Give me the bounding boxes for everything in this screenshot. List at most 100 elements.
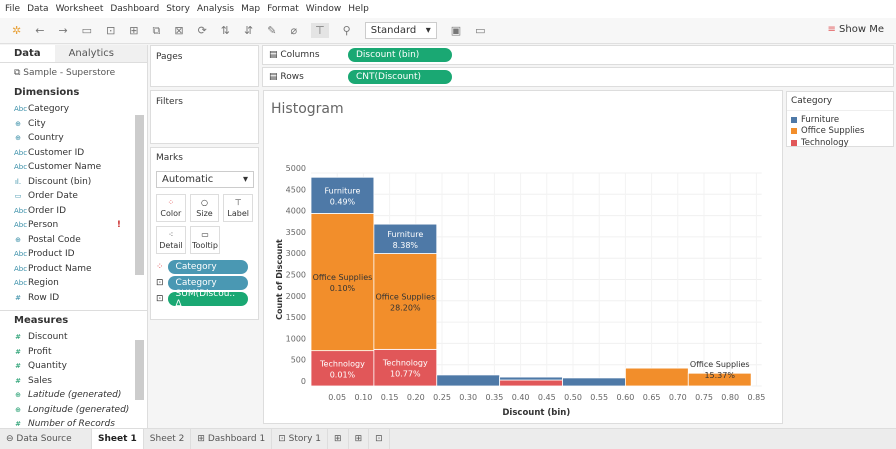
- show-cards-icon[interactable]: ▣: [451, 24, 461, 37]
- tab-analytics[interactable]: Analytics: [54, 45, 147, 62]
- field-item[interactable]: Abc Category: [0, 102, 147, 117]
- field-item[interactable]: ⊕ Postal Code: [0, 233, 147, 248]
- presentation-icon[interactable]: ▭: [475, 24, 485, 37]
- field-item[interactable]: # Discount: [0, 330, 147, 345]
- menu-data[interactable]: Data: [27, 4, 49, 14]
- legend-item[interactable]: Office Supplies: [787, 126, 893, 138]
- filters-shelf[interactable]: Filters: [150, 90, 259, 144]
- datasource-name[interactable]: ⧉ Sample - Superstore: [0, 63, 147, 83]
- show-labels-icon[interactable]: ⊤: [311, 23, 329, 38]
- group-icon[interactable]: ⌀: [290, 24, 297, 37]
- data-label: Office Supplies: [690, 360, 750, 369]
- menu-help[interactable]: Help: [348, 4, 369, 14]
- sort-asc-icon[interactable]: ⇅: [221, 24, 230, 37]
- new-story-icon[interactable]: ⊡: [369, 429, 390, 449]
- field-item[interactable]: ıl. Discount (bin): [0, 175, 147, 190]
- show-me-button[interactable]: ≡ Show Me: [827, 24, 884, 35]
- tab-story-1[interactable]: ⊡ Story 1: [272, 429, 329, 449]
- field-label: Row ID: [28, 292, 60, 302]
- pause-updates-icon[interactable]: ⟳: [198, 24, 207, 37]
- detail-button[interactable]: ⁖ Detail: [156, 226, 186, 254]
- y-axis-title: Count of Discount: [275, 239, 284, 320]
- x-tick-label: 0.80: [721, 393, 739, 402]
- field-item[interactable]: ⊕ City: [0, 117, 147, 132]
- field-item[interactable]: ⊕ Country: [0, 131, 147, 146]
- field-item[interactable]: Abc Region: [0, 276, 147, 291]
- field-item[interactable]: ⊕ Latitude (generated): [0, 388, 147, 403]
- undo-icon[interactable]: ←: [35, 24, 44, 37]
- menu-worksheet[interactable]: Worksheet: [56, 4, 104, 14]
- field-item[interactable]: Abc Person!: [0, 218, 147, 233]
- legend-swatch: [791, 128, 797, 135]
- label-pill-sum-discount[interactable]: SUM(Discou.. ∆: [167, 289, 248, 309]
- field-item[interactable]: Abc Customer Name: [0, 160, 147, 175]
- field-type-icon: ⊕: [15, 134, 21, 143]
- redo-icon[interactable]: →: [58, 24, 67, 37]
- chart-title: Histogram: [271, 101, 344, 117]
- columns-text: Columns: [280, 50, 320, 60]
- menu-window[interactable]: Window: [306, 4, 342, 14]
- pin-icon[interactable]: ⚲: [343, 24, 351, 37]
- tab-data[interactable]: Data: [0, 45, 55, 62]
- legend-label: Office Supplies: [801, 126, 865, 137]
- label-button[interactable]: ⊤ Label: [223, 194, 254, 222]
- tableau-logo-icon[interactable]: ✲: [12, 24, 21, 37]
- tab-sheet-2[interactable]: Sheet 2: [144, 429, 192, 449]
- new-datasource-icon[interactable]: ⊡: [106, 24, 115, 37]
- x-axis-title: Discount (bin): [502, 408, 570, 418]
- dimensions-scrollbar[interactable]: [135, 115, 144, 275]
- new-worksheet-icon[interactable]: ⊞: [129, 24, 138, 37]
- menu-file[interactable]: File: [5, 4, 20, 14]
- field-type-icon: Abc: [14, 250, 28, 259]
- duplicate-icon[interactable]: ⧉: [153, 24, 161, 38]
- legend-label: Furniture: [801, 114, 840, 125]
- highlight-icon[interactable]: ✎: [267, 24, 276, 37]
- field-item[interactable]: ▭ Order Date: [0, 189, 147, 204]
- field-item[interactable]: Abc Order ID: [0, 204, 147, 219]
- menu-dashboard[interactable]: Dashboard: [110, 4, 159, 14]
- menu-format[interactable]: Format: [267, 4, 299, 14]
- size-label: Size: [196, 209, 213, 218]
- size-button[interactable]: ○ Size: [189, 194, 220, 222]
- field-item[interactable]: Abc Product Name: [0, 262, 147, 277]
- sort-desc-icon[interactable]: ⇵: [244, 24, 253, 37]
- new-dashboard-icon[interactable]: ⊞: [349, 429, 370, 449]
- field-item[interactable]: # Profit: [0, 345, 147, 360]
- x-tick-label: 0.25: [433, 393, 451, 402]
- tab-label: Data Source: [16, 434, 72, 444]
- save-icon[interactable]: ▭: [82, 24, 92, 37]
- mark-type-value: Automatic: [162, 174, 214, 185]
- rows-pill[interactable]: CNT(Discount): [348, 70, 452, 84]
- new-worksheet-icon[interactable]: ⊞: [328, 429, 349, 449]
- columns-pill[interactable]: Discount (bin): [348, 48, 452, 62]
- field-item[interactable]: Abc Product ID: [0, 247, 147, 262]
- fit-select[interactable]: Standard ▾: [364, 22, 437, 39]
- mark-type-select[interactable]: Automatic ▾: [156, 171, 254, 188]
- tab-data-source[interactable]: ⊖ Data Source: [0, 429, 92, 449]
- label-pill-category[interactable]: Category: [167, 276, 248, 290]
- pages-shelf[interactable]: Pages: [150, 45, 259, 87]
- menu-analysis[interactable]: Analysis: [197, 4, 234, 14]
- bar-segment: [499, 376, 563, 381]
- field-item[interactable]: Abc Customer ID: [0, 146, 147, 161]
- tooltip-button[interactable]: ▭ Tooltip: [190, 226, 220, 254]
- x-tick-label: 0.10: [354, 393, 372, 402]
- view-area: Histogram 0 500 1000 1500 2000 2500 3000 3500 400…: [263, 90, 783, 424]
- field-item[interactable]: ⊕ Longitude (generated): [0, 403, 147, 418]
- menu-story[interactable]: Story: [166, 4, 190, 14]
- tab-sheet-1[interactable]: Sheet 1: [92, 429, 144, 449]
- toolbar: ✲ ← → ▭ ⊡ ⊞ ⧉ ⊠ ⟳ ⇅ ⇵ ✎ ⌀ ⊤ ⚲ Standard ▾ …: [0, 18, 896, 44]
- legend-item[interactable]: Technology: [787, 137, 893, 149]
- tab-dashboard-1[interactable]: ⊞ Dashboard 1: [191, 429, 273, 449]
- rows-shelf[interactable]: ▤ Rows CNT(Discount): [262, 67, 894, 87]
- columns-shelf[interactable]: ▤ Columns Discount (bin): [262, 45, 894, 65]
- field-item[interactable]: # Quantity: [0, 359, 147, 374]
- color-button[interactable]: ⁘ Color: [156, 194, 186, 222]
- field-item[interactable]: # Row ID: [0, 291, 147, 302]
- menu-map[interactable]: Map: [241, 4, 260, 14]
- field-item[interactable]: # Sales: [0, 374, 147, 389]
- measures-scrollbar[interactable]: [135, 340, 144, 400]
- legend-item[interactable]: Furniture: [787, 114, 893, 126]
- clear-sheet-icon[interactable]: ⊠: [174, 24, 183, 37]
- color-pill-category[interactable]: Category: [167, 260, 248, 274]
